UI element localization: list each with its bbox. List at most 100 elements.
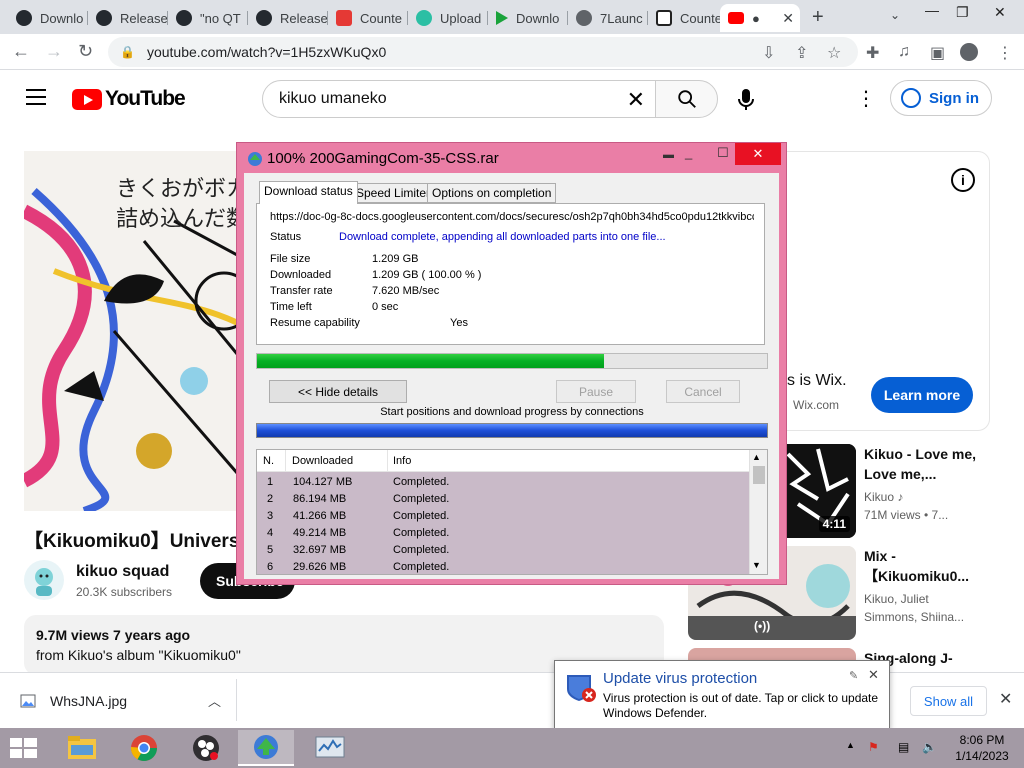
vertical-scrollbar[interactable]: ▲ ▼ — [749, 450, 767, 574]
counter-icon — [336, 10, 352, 26]
connections-list[interactable]: N. Downloaded Info 1 104.127 MB Complete… — [256, 449, 768, 575]
new-tab-icon[interactable]: + — [812, 6, 824, 29]
notification-body: Virus protection is out of date. Tap or … — [603, 691, 879, 720]
download-item[interactable]: WhsJNA.jpg ︿ — [12, 682, 234, 720]
youtube-logo[interactable]: YouTube — [72, 87, 186, 111]
address-bar[interactable]: 🔒 youtube.com/watch?v=1H5zxWKuQx0 — [108, 37, 858, 67]
show-all-button[interactable]: Show all — [910, 686, 987, 716]
defender-notification[interactable]: Update virus protection Virus protection… — [554, 660, 890, 730]
tab-label: ● — [752, 10, 763, 26]
profile-icon[interactable] — [960, 43, 978, 61]
browser-tab[interactable]: Downlo — [8, 4, 88, 32]
close-icon[interactable]: ✕ — [994, 4, 1006, 21]
table-row[interactable]: 2 86.194 MB Completed. — [257, 491, 749, 508]
close-tab-icon[interactable]: ✕ — [782, 10, 794, 27]
chevron-down-icon[interactable]: ⌄ — [890, 8, 900, 22]
row-info: Completed. — [393, 561, 450, 573]
browser-tab[interactable]: Downlo — [488, 4, 568, 32]
chrome-button[interactable] — [116, 730, 172, 766]
obs-button[interactable] — [178, 730, 234, 766]
bookmark-star-icon[interactable]: ☆ — [827, 43, 841, 63]
minimize-icon[interactable]: — — [925, 2, 939, 18]
voice-search-button[interactable] — [730, 83, 762, 115]
column-header[interactable]: Info — [393, 455, 411, 467]
subscriber-count: 20.3K subscribers — [76, 585, 173, 599]
channel-name: Kikuo ♪ — [864, 490, 904, 504]
scroll-thumb[interactable] — [753, 466, 765, 484]
column-header[interactable]: N. — [263, 455, 274, 467]
share-icon[interactable]: ⇪ — [795, 43, 808, 63]
menu-icon[interactable]: ⋮ — [997, 43, 1013, 63]
forward-icon[interactable]: → — [45, 41, 63, 62]
browser-tab[interactable]: 7Launc — [568, 4, 648, 32]
browser-tab[interactable]: Upload — [408, 4, 488, 32]
browser-tab[interactable]: Counte — [648, 4, 728, 32]
maximize-icon[interactable]: ☐ — [717, 145, 729, 161]
pin-icon[interactable]: ✎ — [849, 669, 858, 682]
browser-tab[interactable]: Counte — [328, 4, 408, 32]
media-icon[interactable]: ♫ — [898, 43, 910, 61]
browser-tab[interactable]: Release — [248, 4, 328, 32]
browser-tab[interactable]: Release — [88, 4, 168, 32]
back-icon[interactable]: ← — [12, 41, 30, 62]
close-icon[interactable]: ✕ — [868, 667, 879, 683]
search-button[interactable] — [655, 80, 718, 118]
table-row[interactable]: 6 29.626 MB Completed. — [257, 559, 749, 574]
hide-details-button[interactable]: << Hide details — [269, 380, 407, 403]
extensions-icon[interactable]: ✚ — [866, 43, 879, 63]
close-icon[interactable]: ✕ — [999, 689, 1012, 709]
chevron-up-icon[interactable]: ︿ — [208, 691, 221, 710]
channel-name[interactable]: kikuo squad — [76, 563, 169, 581]
minimize-icon[interactable]: _ — [685, 145, 692, 160]
scroll-down-icon[interactable]: ▼ — [752, 560, 761, 570]
hamburger-menu-icon[interactable] — [26, 89, 46, 105]
idm-button[interactable] — [238, 730, 294, 766]
tab-label: Speed Limiter — [356, 186, 431, 200]
microphone-icon — [738, 89, 754, 110]
sign-in-button[interactable]: Sign in — [890, 80, 992, 116]
side-panel-icon[interactable]: ▣ — [930, 43, 945, 63]
tab-label: Release — [280, 10, 328, 26]
search-input[interactable]: kikuo umaneko ✕ — [262, 80, 656, 118]
table-row[interactable]: 4 49.214 MB Completed. — [257, 525, 749, 542]
cancel-button[interactable]: Cancel — [666, 380, 740, 403]
tab-download-status[interactable]: Download status — [259, 181, 358, 204]
pause-button[interactable]: Pause — [556, 380, 636, 403]
row-info: Completed. — [393, 510, 450, 522]
idm-app-icon — [248, 152, 262, 166]
browser-tab-strip: Downlo Release "no QT Release Counte Upl… — [0, 0, 1024, 34]
table-row[interactable]: 3 41.266 MB Completed. — [257, 508, 749, 525]
browser-tab-active[interactable]: ● ✕ — [720, 4, 800, 32]
idm-body: Download status Speed Limiter Options on… — [244, 173, 779, 579]
resume-capability-label: Resume capability — [270, 317, 360, 329]
scroll-up-icon[interactable]: ▲ — [752, 452, 761, 462]
channel-avatar[interactable] — [24, 560, 64, 600]
info-icon[interactable]: i — [951, 168, 975, 192]
reload-icon[interactable]: ↻ — [78, 41, 93, 62]
clear-search-icon[interactable]: ✕ — [627, 87, 645, 113]
volume-icon[interactable]: 🔈 — [922, 740, 937, 754]
close-icon[interactable]: ✕ — [735, 143, 781, 165]
show-hidden-icons-icon[interactable]: ▲ — [846, 740, 855, 750]
learn-more-button[interactable]: Learn more — [871, 377, 973, 413]
table-row[interactable]: 5 32.697 MB Completed. — [257, 542, 749, 559]
tab-speed-limiter[interactable]: Speed Limiter — [351, 183, 436, 203]
file-explorer-button[interactable] — [54, 730, 110, 766]
restore-icon[interactable]: ❐ — [956, 4, 969, 21]
row-downloaded: 104.127 MB — [293, 476, 353, 488]
video-duration: 4:11 — [818, 516, 850, 532]
column-header[interactable]: Downloaded — [292, 455, 353, 467]
notification-title: Update virus protection — [603, 670, 758, 687]
tab-options-on-completion[interactable]: Options on completion — [427, 183, 557, 203]
system-clock[interactable]: 8:06 PM 1/14/2023 — [948, 732, 1016, 764]
windows-start-icon[interactable] — [10, 738, 37, 758]
channel-name: Simmons, Shiina... — [864, 610, 965, 624]
defender-alert-icon[interactable]: ⚑ — [868, 740, 879, 754]
browser-tab[interactable]: "no QT — [168, 4, 248, 32]
idm-title-bar[interactable]: 100% 200GamingCom-35-CSS.rar ▬ _ ☐ ✕ — [237, 143, 786, 173]
network-icon[interactable]: ▤ — [898, 740, 909, 754]
settings-dots-icon[interactable]: ⋮ — [856, 86, 876, 111]
table-row[interactable]: 1 104.127 MB Completed. — [257, 474, 749, 491]
install-icon[interactable]: ⇩ — [762, 43, 775, 63]
resource-monitor-button[interactable] — [302, 730, 358, 766]
